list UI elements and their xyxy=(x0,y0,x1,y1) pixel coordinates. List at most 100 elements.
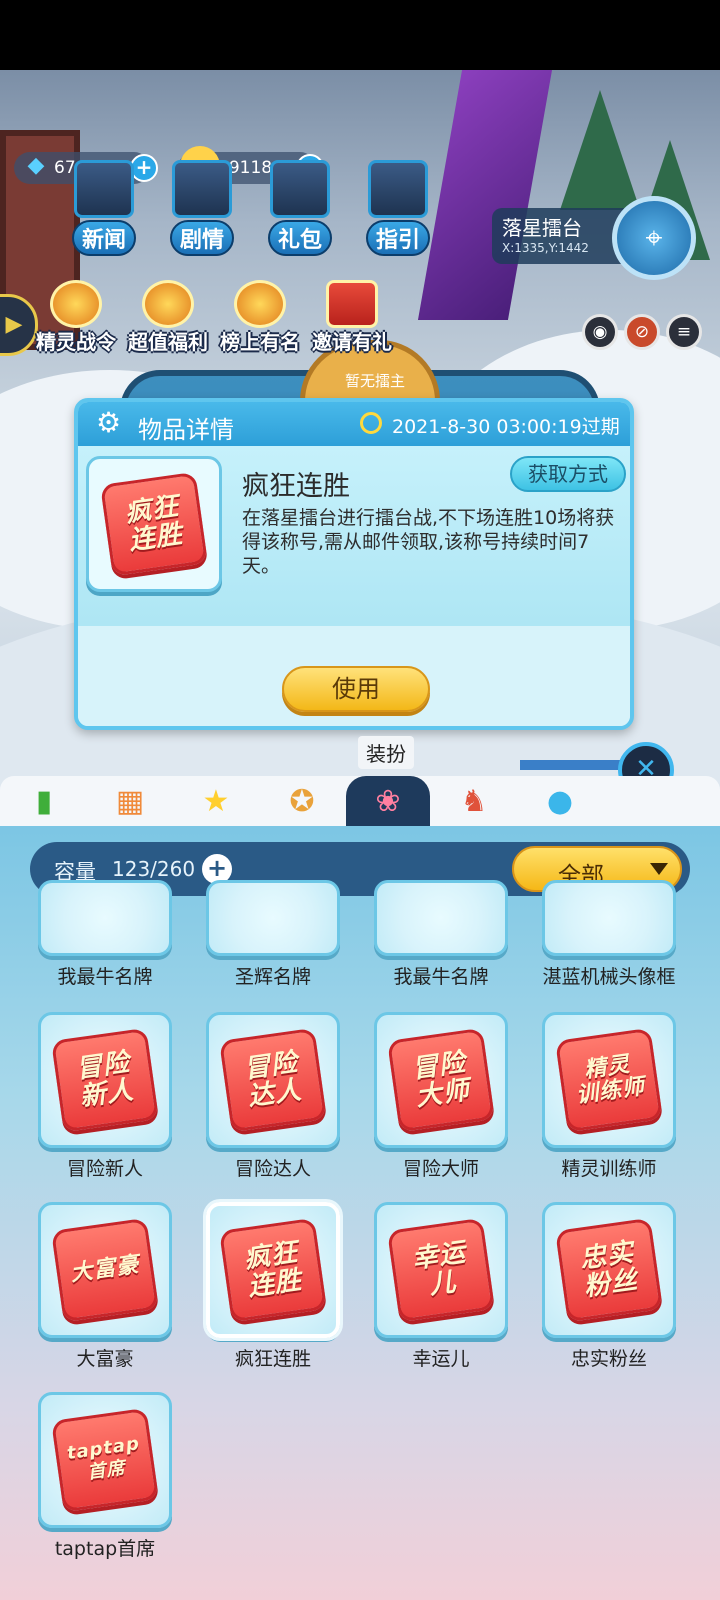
clock-icon xyxy=(360,412,382,434)
title-badge-icon: 冒险 新人 xyxy=(51,1027,159,1133)
title-badge-icon: 精灵 训练师 xyxy=(555,1027,663,1133)
item-frame: 大富豪 xyxy=(38,1202,172,1338)
gift-pack-button[interactable]: 礼包 xyxy=(260,160,340,256)
item-frame xyxy=(38,880,172,956)
item-detail-popup: ⚙ 物品详情 2021-8-30 03:00:19过期 疯狂 连胜 疯狂连胜 获… xyxy=(74,398,634,730)
gift-box-icon xyxy=(142,280,194,328)
inventory-item[interactable]: taptap 首席 taptap首席 xyxy=(30,1392,180,1572)
guide-label: 指引 xyxy=(365,220,430,256)
dress-icon: ❀ xyxy=(375,783,401,819)
ranking-label: 榜上有名 xyxy=(220,330,300,354)
tab-dress-up[interactable]: ❀ xyxy=(346,776,430,826)
status-bar xyxy=(0,0,720,70)
inventory-item[interactable]: 疯狂 连胜 疯狂连胜 xyxy=(198,1202,348,1382)
pine-tree xyxy=(560,90,640,210)
inventory-item[interactable]: 大富豪 大富豪 xyxy=(30,1202,180,1382)
item-name: 我最牛名牌 xyxy=(393,966,489,988)
popup-header: ⚙ 物品详情 2021-8-30 03:00:19过期 xyxy=(78,402,630,446)
trophy-icon xyxy=(234,280,286,328)
progress-strip xyxy=(520,760,620,770)
story-button[interactable]: 剧情 xyxy=(162,160,242,256)
item-frame: 忠实 粉丝 xyxy=(542,1202,676,1338)
tab-items[interactable]: ▦ xyxy=(88,776,172,826)
popup-title: 物品详情 xyxy=(138,416,234,444)
inventory-item[interactable]: 忠实 粉丝 忠实粉丝 xyxy=(534,1202,684,1382)
tab-eggs[interactable]: ● xyxy=(518,776,602,826)
title-badge-icon: 幸运 儿 xyxy=(387,1217,495,1323)
get-method-button[interactable]: 获取方式 xyxy=(510,456,626,492)
item-frame: 幸运 儿 xyxy=(374,1202,508,1338)
crate-icon: ▦ xyxy=(115,783,145,819)
battery-icon: ▮ xyxy=(35,783,53,819)
battle-pass-button[interactable]: 精灵战令 xyxy=(30,280,122,360)
item-frame: 冒险 新人 xyxy=(38,1012,172,1148)
item-name: 我最牛名牌 xyxy=(57,966,153,988)
speaker-icon: ◉ xyxy=(592,322,608,342)
item-name: 湛蓝机械头像框 xyxy=(542,966,676,988)
tab-mounts[interactable]: ♞ xyxy=(432,776,516,826)
category-tab-bar: ▮ ▦ ★ ✪ ❀ ♞ ● xyxy=(0,776,720,826)
title-badge-icon: 忠实 粉丝 xyxy=(555,1217,663,1323)
crazy-streak-badge-icon: 疯狂 连胜 xyxy=(100,471,208,577)
tab-badges[interactable]: ✪ xyxy=(260,776,344,826)
item-name: 幸运儿 xyxy=(412,1348,470,1370)
location-coords: X:1335,Y:1442 xyxy=(502,241,589,255)
news-button[interactable]: 新闻 xyxy=(64,160,144,256)
expire-time: 2021-8-30 03:00:19过期 xyxy=(392,416,620,438)
chat-button[interactable]: ≡ xyxy=(666,314,702,350)
inventory-item[interactable]: 精灵 训练师精灵训练师 xyxy=(534,1012,684,1192)
item-frame: 冒险 达人 xyxy=(206,1012,340,1148)
tab-tooltip: 装扮 xyxy=(358,736,414,769)
location-panel: 落星擂台 X:1335,Y:1442 xyxy=(492,208,632,264)
item-name: 忠实粉丝 xyxy=(570,1348,647,1370)
ranking-button[interactable]: 榜上有名 xyxy=(214,280,306,360)
value-welfare-button[interactable]: 超值福利 xyxy=(122,280,214,360)
item-info-section: 疯狂 连胜 疯狂连胜 获取方式 在落星擂台进行擂台战,不下场连胜10场将获得该称… xyxy=(78,446,630,626)
capacity-value: 123/260 xyxy=(112,857,196,881)
title-badge-icon: 疯狂 连胜 xyxy=(219,1217,327,1323)
item-frame: 精灵 训练师 xyxy=(542,1012,676,1148)
map-button[interactable]: ⌖ xyxy=(612,196,696,280)
map-pin-icon: ⌖ xyxy=(645,220,663,256)
title-badge-icon: 冒险 达人 xyxy=(219,1027,327,1133)
item-frame: 疯狂 连胜 xyxy=(206,1202,340,1338)
item-frame: taptap 首席 xyxy=(38,1392,172,1528)
item-icon-frame: 疯狂 连胜 xyxy=(86,456,222,592)
speaker-button[interactable]: ◉ xyxy=(582,314,618,350)
inventory-panel: 容量 123/260 + 全部 我最牛名牌 圣辉名牌 我最牛名牌 湛蓝机械头像框… xyxy=(0,826,720,1600)
gift-pack-label: 礼包 xyxy=(267,220,332,256)
gift-pack-icon xyxy=(270,160,330,218)
item-frame xyxy=(374,880,508,956)
star-icon: ★ xyxy=(202,783,230,819)
item-frame xyxy=(542,880,676,956)
item-frame xyxy=(206,880,340,956)
item-name: 精灵训练师 xyxy=(561,1158,657,1180)
chat-list-icon: ≡ xyxy=(676,322,692,342)
story-label: 剧情 xyxy=(169,220,234,256)
gear-icon: ⚙ xyxy=(96,406,122,439)
badge-star-icon: ✪ xyxy=(289,783,315,819)
inventory-item[interactable]: 冒险 新人 冒险新人 xyxy=(30,1012,180,1192)
item-name: 冒险新人 xyxy=(66,1158,143,1180)
inventory-item[interactable]: 冒险 大师 冒险大师 xyxy=(366,1012,516,1192)
inventory-item[interactable]: 冒险 达人 冒险达人 xyxy=(198,1012,348,1192)
egg-icon: ● xyxy=(546,783,574,819)
tab-battery[interactable]: ▮ xyxy=(2,776,86,826)
invite-button[interactable]: 邀请有礼 xyxy=(306,280,398,360)
inventory-item[interactable]: 幸运 儿幸运儿 xyxy=(366,1202,516,1382)
guide-button[interactable]: 指引 xyxy=(358,160,438,256)
item-name: 疯狂连胜 xyxy=(234,1348,311,1370)
play-arrow-icon: ▶ xyxy=(5,312,23,337)
value-welfare-label: 超值福利 xyxy=(128,330,208,354)
purple-crystal xyxy=(417,70,553,320)
battle-pass-label: 精灵战令 xyxy=(36,330,116,354)
item-frame: 冒险 大师 xyxy=(374,1012,508,1148)
item-name: 大富豪 xyxy=(76,1348,134,1370)
tab-stars[interactable]: ★ xyxy=(174,776,258,826)
item-description: 在落星擂台进行擂台战,不下场连胜10场将获得该称号,需从邮件领取,该称号持续时间… xyxy=(242,507,615,577)
no-sound-button[interactable]: ⊘ xyxy=(624,314,660,350)
title-badge-icon: 大富豪 xyxy=(51,1217,159,1323)
arena-status: 暂无擂主 xyxy=(345,372,406,390)
use-button[interactable]: 使用 xyxy=(282,666,430,712)
mute-icon: ⊘ xyxy=(634,322,650,342)
